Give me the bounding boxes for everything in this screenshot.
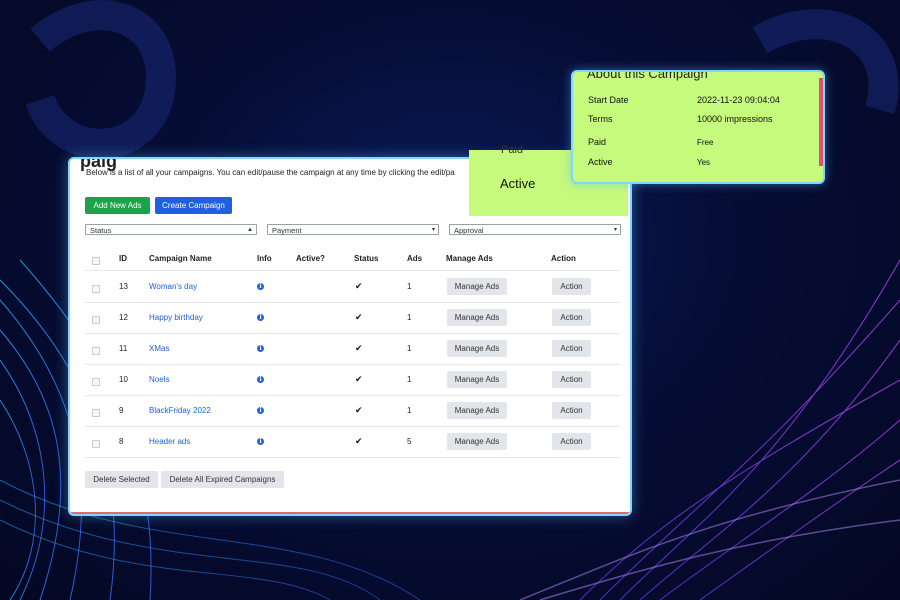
add-new-ads-button[interactable]: Add New Ads [85, 197, 150, 214]
campaign-id: 13 [119, 282, 128, 291]
table-row: 12 Happy birthday i ✔ 1 Manage Ads Action [85, 302, 620, 334]
info-icon[interactable]: i [257, 407, 264, 414]
approval-filter-select[interactable]: Approval ▾ [449, 224, 621, 235]
action-button[interactable]: Action [552, 278, 591, 295]
table-row: 13 Woman's day i ✔ 1 Manage Ads Action [85, 271, 620, 303]
info-icon[interactable]: i [257, 376, 264, 383]
payment-filter-select[interactable]: Payment ▾ [267, 224, 439, 235]
campaign-id: 8 [119, 437, 124, 446]
status-filter-select[interactable]: Status ▲︎ [85, 224, 257, 235]
info-icon[interactable]: i [257, 283, 264, 290]
ads-count: 1 [407, 344, 412, 353]
column-header-id: ID [119, 254, 127, 263]
chevron-down-icon: ▲︎ [247, 227, 253, 233]
campaign-name-link[interactable]: Header ads [149, 437, 190, 446]
start-date-value: 2022-11-23 09:04:04 [697, 95, 780, 105]
action-button[interactable]: Action [552, 371, 591, 388]
manage-ads-button[interactable]: Manage Ads [447, 278, 507, 295]
check-icon: ✔ [355, 405, 363, 415]
action-button[interactable]: Action [552, 433, 591, 450]
approval-filter-label: Approval [454, 226, 484, 235]
delete-selected-button[interactable]: Delete Selected [85, 471, 158, 488]
campaign-id: 9 [119, 406, 124, 415]
terms-value: 10000 impressions [697, 114, 773, 124]
start-date-label: Start Date [588, 95, 629, 105]
column-header-campaign-name: Campaign Name [149, 254, 212, 263]
action-button[interactable]: Action [552, 309, 591, 326]
row-checkbox[interactable] [92, 440, 100, 448]
manage-ads-button[interactable]: Manage Ads [447, 433, 507, 450]
campaign-name-link[interactable]: Noels [149, 375, 169, 384]
chevron-down-icon: ▾ [613, 227, 617, 233]
panel-bottom-accent [70, 512, 630, 514]
column-header-active: Active? [296, 254, 325, 263]
row-checkbox[interactable] [92, 316, 100, 324]
ads-count: 1 [407, 313, 412, 322]
campaign-name-link[interactable]: BlackFriday 2022 [149, 406, 211, 415]
check-icon: ✔ [355, 343, 363, 353]
table-row: 9 BlackFriday 2022 i ✔ 1 Manage Ads Action [85, 395, 620, 427]
active-label: Active [588, 157, 613, 167]
manage-ads-button[interactable]: Manage Ads [447, 402, 507, 419]
column-header-action: Action [551, 254, 576, 263]
check-icon: ✔ [355, 312, 363, 322]
info-icon[interactable]: i [257, 314, 264, 321]
action-button[interactable]: Action [552, 402, 591, 419]
popup-side-accent [819, 78, 823, 166]
active-value: Yes [697, 158, 711, 167]
terms-label: Terms [588, 114, 613, 124]
check-icon: ✔ [355, 281, 363, 291]
row-checkbox[interactable] [92, 285, 100, 293]
campaign-name-link[interactable]: Woman's day [149, 282, 197, 291]
paid-value: Free [697, 138, 714, 147]
table-row: 11 XMas i ✔ 1 Manage Ads Action [85, 333, 620, 365]
ads-count: 1 [407, 375, 412, 384]
about-campaign-title: About this Campaign [587, 70, 708, 81]
check-icon: ✔ [355, 436, 363, 446]
campaign-id: 12 [119, 313, 128, 322]
column-header-status: Status [354, 254, 379, 263]
column-header-ads: Ads [407, 254, 423, 263]
status-card-value: Active [500, 176, 536, 191]
campaign-id: 11 [119, 344, 128, 353]
action-button[interactable]: Action [552, 340, 591, 357]
ads-count: 1 [407, 406, 412, 415]
status-card-fragment: Paid [501, 144, 524, 156]
ads-count: 1 [407, 282, 412, 291]
campaign-id: 10 [119, 375, 128, 384]
create-campaign-button[interactable]: Create Campaign [155, 197, 232, 214]
row-checkbox[interactable] [92, 409, 100, 417]
select-all-checkbox[interactable] [92, 257, 100, 265]
campaign-name-link[interactable]: XMas [149, 344, 169, 353]
info-icon[interactable]: i [257, 438, 264, 445]
payment-filter-label: Payment [272, 226, 302, 235]
ads-count: 5 [407, 437, 412, 446]
paid-label: Paid [588, 137, 607, 147]
campaign-name-link[interactable]: Happy birthday [149, 313, 203, 322]
page-description: Below is a list of all your campaigns. Y… [86, 168, 455, 177]
table-row: 10 Noels i ✔ 1 Manage Ads Action [85, 364, 620, 396]
about-campaign-popup: About this Campaign Start Date 2022-11-2… [571, 70, 825, 184]
chevron-down-icon: ▾ [431, 227, 435, 233]
manage-ads-button[interactable]: Manage Ads [447, 371, 507, 388]
manage-ads-button[interactable]: Manage Ads [447, 309, 507, 326]
row-checkbox[interactable] [92, 347, 100, 355]
column-header-manage-ads: Manage Ads [446, 254, 493, 263]
row-checkbox[interactable] [92, 378, 100, 386]
check-icon: ✔ [355, 374, 363, 384]
table-row: 8 Header ads i ✔ 5 Manage Ads Action [85, 426, 620, 458]
manage-ads-button[interactable]: Manage Ads [447, 340, 507, 357]
status-filter-label: Status [90, 226, 112, 235]
delete-expired-campaigns-button[interactable]: Delete All Expired Campaigns [161, 471, 284, 488]
info-icon[interactable]: i [257, 345, 264, 352]
column-header-info: Info [257, 254, 272, 263]
